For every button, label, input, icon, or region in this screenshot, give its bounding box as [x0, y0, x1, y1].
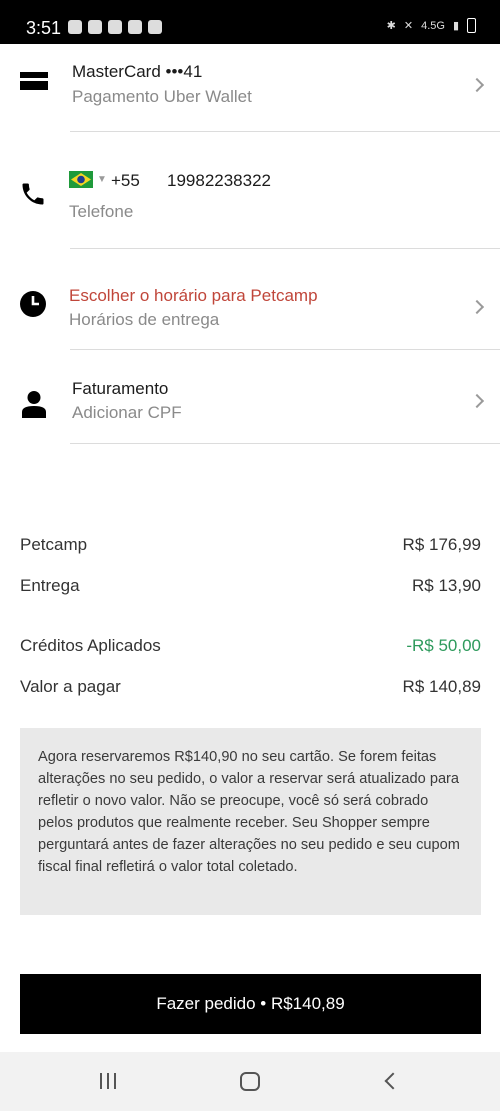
place-order-button[interactable]: Fazer pedido • R$140,89 [20, 974, 481, 1034]
billing-row[interactable]: Faturamento Adicionar CPF [0, 350, 500, 443]
summary-label: Créditos Aplicados [20, 636, 161, 655]
mute-icon: ✕ [403, 20, 414, 32]
chevron-right-icon [469, 393, 485, 409]
clock-icon [20, 291, 46, 317]
summary-label: Valor a pagar [20, 677, 121, 696]
facebook-icon [68, 20, 82, 34]
phone-icon [22, 183, 44, 205]
chevron-right-icon [469, 77, 485, 93]
country-code[interactable]: +55 [111, 171, 140, 191]
summary-label: Petcamp [20, 535, 88, 554]
summary-line-creditos: Créditos Aplicados -R$ 50,00 [20, 636, 481, 658]
divider [70, 443, 500, 444]
bluetooth-icon: ✱ [386, 20, 396, 32]
android-nav-bar [0, 1052, 500, 1111]
network-label: 4.5G [421, 19, 445, 32]
status-bar: 3:51 ✱ ✕ 4.5G ▮ [0, 0, 500, 44]
home-icon[interactable] [240, 1072, 260, 1091]
delivery-time-subtitle: Horários de entrega [69, 310, 220, 329]
app-icon [128, 20, 142, 34]
gmail-icon [88, 20, 102, 34]
image-icon [148, 20, 162, 34]
summary-line-entrega: Entrega R$ 13,90 [20, 576, 481, 598]
summary-line-petcamp: Petcamp R$ 176,99 [20, 535, 481, 557]
delivery-time-row[interactable]: Escolher o horário para Petcamp Horários… [0, 249, 500, 349]
brazil-flag-icon[interactable] [69, 171, 93, 188]
notification-icons [68, 20, 162, 34]
caret-down-icon[interactable]: ▼ [97, 174, 107, 185]
hold-notice: Agora reservaremos R$140,90 no seu cartã… [20, 728, 481, 915]
summary-value: R$ 140,89 [402, 677, 481, 696]
summary-value-credit: -R$ 50,00 [406, 636, 481, 655]
recents-icon[interactable] [100, 1073, 116, 1089]
payment-subtitle: Pagamento Uber Wallet [72, 87, 252, 106]
phone-number-field[interactable]: 19982238322 [167, 171, 271, 191]
payment-title: MasterCard •••41 [72, 62, 203, 81]
signal-icon: ▮ [452, 20, 459, 32]
phone-row[interactable]: ▼ +55 19982238322 Telefone [0, 132, 500, 248]
billing-title: Faturamento [72, 379, 169, 398]
phone-label: Telefone [69, 202, 134, 221]
chevron-right-icon [469, 299, 485, 315]
payment-row[interactable]: MasterCard •••41 Pagamento Uber Wallet [0, 44, 500, 132]
app-icon [108, 20, 122, 34]
back-icon[interactable] [384, 1072, 402, 1090]
battery-icon [467, 18, 476, 33]
system-icons: ✱ ✕ 4.5G ▮ [387, 18, 476, 33]
summary-value: R$ 13,90 [412, 576, 481, 595]
summary-line-total: Valor a pagar R$ 140,89 [20, 677, 481, 699]
card-icon [20, 72, 48, 90]
delivery-time-title: Escolher o horário para Petcamp [69, 286, 318, 305]
summary-value: R$ 176,99 [402, 535, 481, 554]
person-icon [22, 391, 46, 418]
summary-label: Entrega [20, 576, 80, 595]
billing-subtitle: Adicionar CPF [72, 403, 182, 422]
status-time: 3:51 [26, 18, 62, 38]
